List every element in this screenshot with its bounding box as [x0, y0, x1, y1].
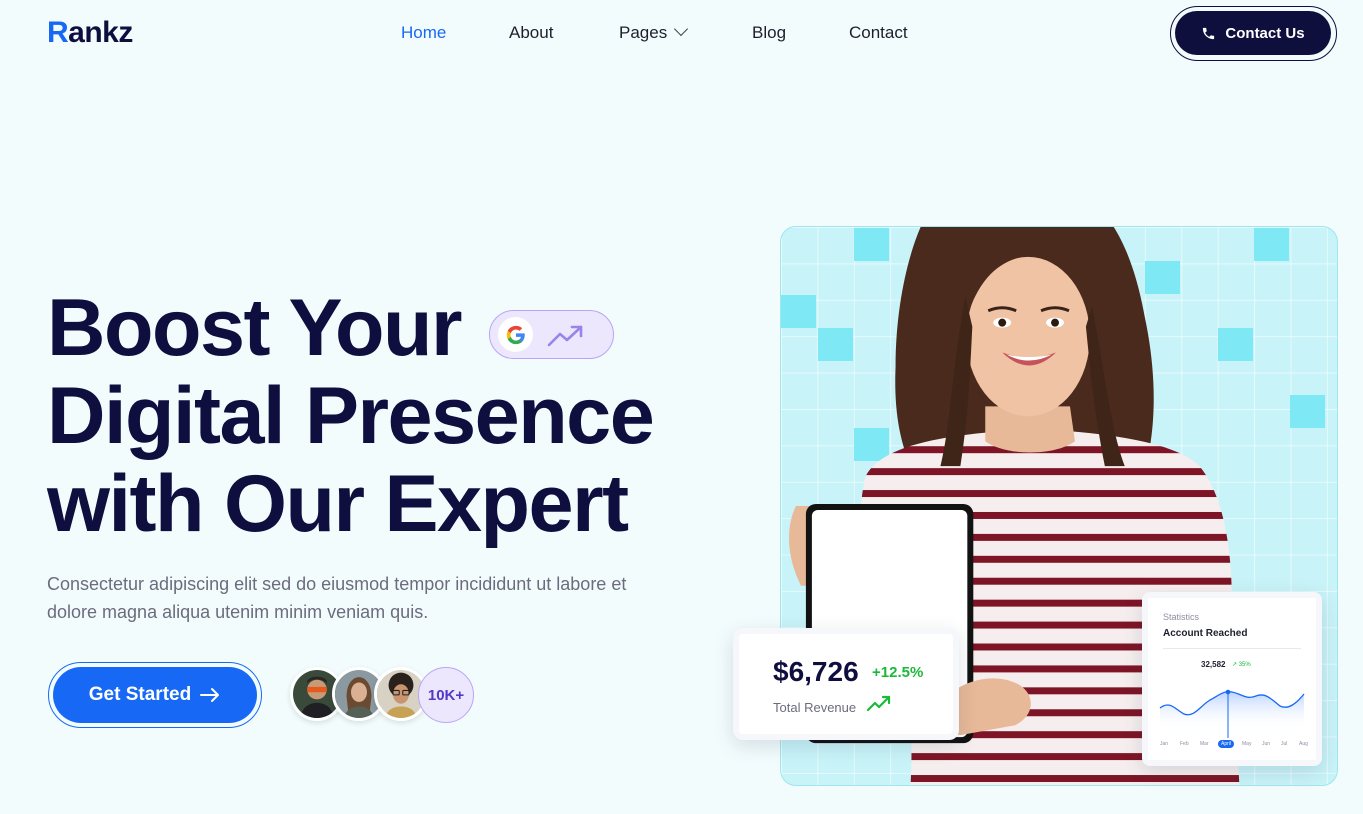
logo-letter: R — [47, 16, 69, 49]
chevron-down-icon — [674, 21, 689, 37]
statistics-card: Statistics Account Reached 32,582 ↗ 35% … — [1142, 592, 1322, 766]
month-label: Jan — [1160, 741, 1169, 747]
get-started-button[interactable]: Get Started — [53, 667, 257, 723]
get-started-label: Get Started — [88, 684, 192, 705]
divider — [1163, 648, 1301, 649]
statistics-subtitle: Account Reached — [1163, 628, 1248, 639]
google-icon — [498, 317, 533, 352]
google-rank-badge — [489, 310, 614, 359]
revenue-label: Total Revenue — [773, 700, 857, 715]
hero-title: Boost Your Digital Presence with Our Exp… — [47, 284, 747, 548]
month-axis: Jan Feb Mar April May Jun Jul Aug — [1158, 740, 1308, 751]
phone-icon — [1203, 27, 1215, 39]
nav-blog[interactable]: Blog — [752, 23, 786, 43]
hero-title-line-3: with Our Expert — [47, 459, 629, 549]
hero-description: Consectetur adipiscing elit sed do eiusm… — [47, 574, 627, 622]
account-reach-sparkline — [1159, 689, 1305, 738]
contact-us-label: Contact Us — [1225, 24, 1305, 42]
customer-count-badge: 10K+ — [418, 667, 474, 723]
logo-text: ankz — [68, 16, 133, 49]
month-label: Jun — [1262, 741, 1271, 747]
statistics-title: Statistics — [1163, 612, 1200, 622]
contact-us-button-outline: Contact Us — [1170, 6, 1337, 61]
statistics-change-value: 35% — [1238, 662, 1251, 668]
nav-about[interactable]: About — [509, 23, 553, 43]
month-label: May — [1242, 741, 1252, 747]
month-label: Feb — [1180, 741, 1189, 747]
statistics-value: 32,582 — [1201, 660, 1226, 669]
trend-up-icon — [547, 325, 583, 347]
revenue-change: +12.5% — [872, 664, 924, 681]
month-label-selected[interactable]: April — [1218, 740, 1235, 748]
nav-contact[interactable]: Contact — [849, 23, 908, 43]
get-started-button-outline: Get Started — [48, 662, 262, 728]
statistics-change: ↗ 35% — [1232, 662, 1251, 668]
brand-logo[interactable]: Rankz — [47, 16, 133, 50]
trend-up-icon — [866, 695, 891, 712]
contact-us-button[interactable]: Contact Us — [1175, 11, 1331, 55]
nav-pages[interactable]: Pages — [619, 21, 689, 43]
nav-pages-label: Pages — [619, 23, 668, 42]
hero-title-line-2: Digital Presence — [47, 371, 655, 461]
arrow-right-icon — [200, 688, 220, 702]
month-label: Mar — [1200, 741, 1209, 747]
month-label: Jul — [1281, 741, 1288, 747]
revenue-card: $6,726 +12.5% Total Revenue — [733, 628, 959, 740]
month-label: Aug — [1299, 741, 1308, 747]
nav-home[interactable]: Home — [401, 23, 446, 43]
revenue-value: $6,726 — [773, 656, 859, 687]
hero-title-line-1: Boost Your — [47, 283, 463, 373]
customer-avatars: 10K+ — [290, 667, 480, 723]
